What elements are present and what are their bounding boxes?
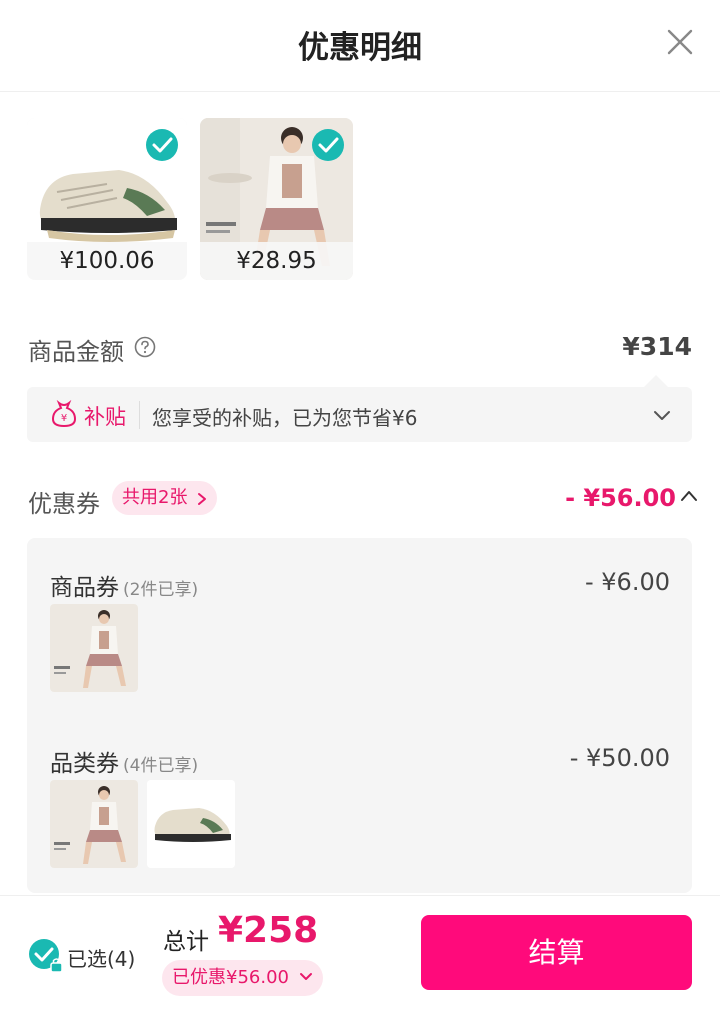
- sheet-title: 优惠明细: [298, 30, 422, 66]
- total-label: 总计: [163, 929, 209, 955]
- check-icon[interactable]: [145, 128, 179, 162]
- outfit-thumbnail: [50, 604, 138, 692]
- coupon-name: 商品券 (2件已享): [50, 568, 198, 602]
- coupon-count-badge[interactable]: 共用2张: [112, 481, 218, 515]
- amount-value: ¥314: [622, 332, 692, 361]
- check-icon[interactable]: [311, 128, 345, 162]
- coupon-item-category: 品类券 (4件已享) - ¥50.00: [50, 744, 670, 874]
- chevron-right-icon: [198, 493, 207, 505]
- checkout-button[interactable]: 结算: [421, 915, 692, 990]
- checkout-bar: 已选(4) 总计 ¥258 已优惠¥56.00 结算: [0, 895, 720, 1009]
- coupon-total: - ¥56.00: [565, 484, 676, 512]
- svg-text:¥: ¥: [61, 413, 67, 424]
- outfit-thumbnail: [50, 780, 138, 868]
- money-bag-icon: ¥: [51, 399, 77, 428]
- coupon-header[interactable]: 优惠券 共用2张 - ¥56.00: [28, 480, 698, 520]
- divider: [139, 401, 140, 429]
- selected-item-shoe[interactable]: ¥100.06: [27, 118, 187, 280]
- coupon-count-text: 共用2张: [122, 487, 188, 508]
- subsidy-bar[interactable]: ¥ 补贴 您享受的补贴，已为您节省¥6: [27, 375, 692, 442]
- chevron-down-icon: [299, 973, 312, 980]
- pointer-arrow: [644, 375, 668, 387]
- selected-count: 已选(4): [67, 947, 136, 971]
- coupon-amount: - ¥50.00: [569, 744, 670, 772]
- coupon-product-outfit: [50, 780, 138, 868]
- total-value: ¥258: [218, 910, 319, 951]
- chevron-down-icon[interactable]: [652, 405, 672, 425]
- coupon-details: 商品券 (2件已享) - ¥6.00 品类券 (4件已享) - ¥50.00: [27, 538, 692, 893]
- selected-check-icon[interactable]: [28, 938, 64, 974]
- coupon-product-outfit: [50, 604, 138, 692]
- item-price: ¥100.06: [27, 242, 187, 280]
- coupon-note: (4件已享): [123, 756, 199, 776]
- coupon-product-shoe: [147, 780, 235, 868]
- coupon-note: (2件已享): [123, 580, 199, 600]
- saved-badge[interactable]: 已优惠¥56.00: [162, 960, 323, 996]
- amount-label: 商品金额: [28, 338, 124, 366]
- coupon-name-text: 商品券: [50, 575, 119, 601]
- chevron-up-icon[interactable]: [680, 489, 698, 503]
- item-price: ¥28.95: [200, 242, 353, 280]
- coupon-item-product: 商品券 (2件已享) - ¥6.00: [50, 568, 670, 698]
- coupon-amount: - ¥6.00: [585, 568, 670, 596]
- close-icon[interactable]: [666, 28, 694, 56]
- saved-text: 已优惠¥56.00: [172, 967, 289, 988]
- coupon-label: 优惠券: [28, 490, 100, 518]
- subsidy-text: 您享受的补贴，已为您节省¥6: [152, 406, 418, 430]
- selected-item-outfit[interactable]: ¥28.95: [200, 118, 353, 280]
- help-icon[interactable]: [134, 336, 156, 358]
- amount-row: 商品金额 ¥314: [28, 330, 692, 370]
- coupon-name-text: 品类券: [50, 751, 119, 777]
- shoe-thumbnail: [147, 780, 235, 868]
- sheet-header: 优惠明细: [0, 0, 720, 92]
- coupon-name: 品类券 (4件已享): [50, 744, 198, 778]
- subsidy-tag: 补贴: [84, 405, 126, 429]
